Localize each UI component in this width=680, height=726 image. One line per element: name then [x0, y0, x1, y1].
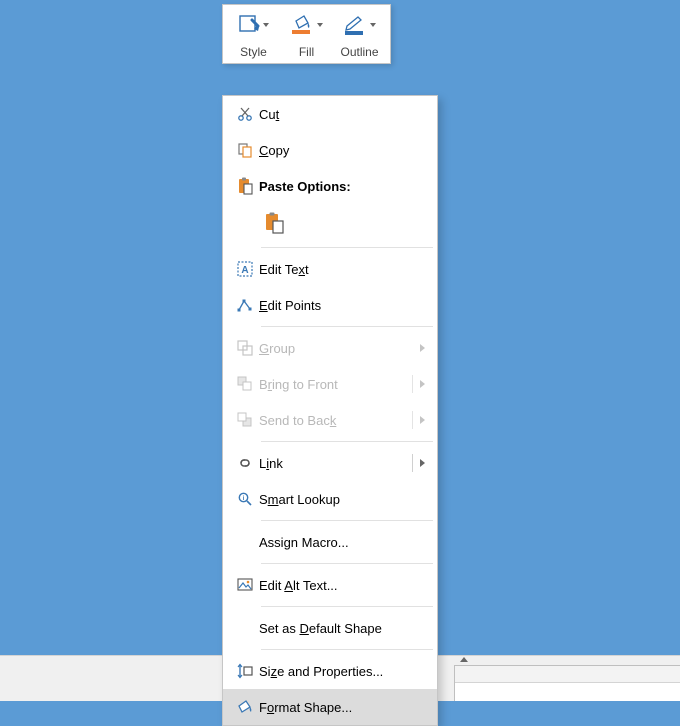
menu-bring-to-front: Bring to Front [223, 366, 437, 402]
submenu-arrow-icon [420, 416, 425, 424]
menu-label: Cut [259, 107, 431, 122]
split-divider [412, 454, 413, 472]
menu-set-default-shape[interactable]: Set as Default Shape [223, 610, 437, 646]
size-icon [231, 663, 259, 679]
chevron-down-icon [263, 23, 269, 27]
menu-label: Send to Back [259, 413, 412, 428]
chevron-down-icon [317, 23, 323, 27]
menu-copy[interactable]: Copy [223, 132, 437, 168]
menu-label: Bring to Front [259, 377, 412, 392]
link-icon [231, 455, 259, 471]
menu-edit-text[interactable]: A Edit Text [223, 251, 437, 287]
bring-front-icon [231, 376, 259, 392]
menu-label: Edit Alt Text... [259, 578, 431, 593]
fill-label: Fill [299, 45, 314, 59]
menu-send-to-back: Send to Back [223, 402, 437, 438]
submenu-arrow-icon [420, 459, 425, 467]
menu-separator [261, 520, 433, 521]
copy-icon [231, 142, 259, 158]
menu-separator [261, 247, 433, 248]
menu-cut[interactable]: Cut [223, 96, 437, 132]
shape-fill-dropdown[interactable]: Fill [280, 9, 333, 61]
menu-separator [261, 326, 433, 327]
menu-edit-alt-text[interactable]: Edit Alt Text... [223, 567, 437, 603]
menu-label: Paste Options: [259, 179, 431, 194]
menu-label: Group [259, 341, 420, 356]
menu-label: Size and Properties... [259, 664, 431, 679]
menu-label: Smart Lookup [259, 492, 431, 507]
menu-label: Edit Text [259, 262, 431, 277]
submenu-arrow-icon [420, 380, 425, 388]
menu-smart-lookup[interactable]: i Smart Lookup [223, 481, 437, 517]
edit-points-icon [231, 297, 259, 313]
menu-format-shape[interactable]: Format Shape... [223, 689, 437, 725]
menu-label: Edit Points [259, 298, 431, 313]
svg-text:A: A [241, 265, 248, 276]
sheet-grid-peek [454, 665, 680, 701]
menu-link[interactable]: Link [223, 445, 437, 481]
menu-group: Group [223, 330, 437, 366]
pen-outline-icon [343, 13, 367, 37]
shape-outline-dropdown[interactable]: Outline [333, 9, 386, 61]
clipboard-icon [231, 177, 259, 195]
edit-text-icon: A [231, 261, 259, 277]
split-divider [412, 375, 413, 393]
menu-assign-macro[interactable]: Assign Macro... [223, 524, 437, 560]
menu-separator [261, 441, 433, 442]
menu-separator [261, 606, 433, 607]
menu-label: Format Shape... [259, 700, 431, 715]
menu-label: Copy [259, 143, 431, 158]
style-label: Style [240, 45, 267, 59]
menu-paste-options-header: Paste Options: [223, 168, 437, 204]
group-icon [231, 340, 259, 356]
paste-keep-source-button[interactable] [259, 208, 289, 238]
split-divider [412, 411, 413, 429]
menu-separator [261, 563, 433, 564]
menu-edit-points[interactable]: Edit Points [223, 287, 437, 323]
menu-label: Link [259, 456, 412, 471]
paint-bucket-icon [290, 13, 314, 37]
scissors-icon [231, 106, 259, 122]
outline-label: Outline [340, 45, 378, 59]
submenu-arrow-icon [420, 344, 425, 352]
alt-text-icon [231, 577, 259, 593]
shape-mini-toolbar: Style Fill Outline [222, 4, 391, 64]
menu-label: Set as Default Shape [259, 621, 431, 636]
shape-style-dropdown[interactable]: Style [227, 9, 280, 61]
send-back-icon [231, 412, 259, 428]
shape-style-icon [238, 14, 260, 36]
smart-lookup-icon: i [231, 491, 259, 507]
menu-size-properties[interactable]: Size and Properties... [223, 653, 437, 689]
menu-label: Assign Macro... [259, 535, 431, 550]
shape-context-menu: Cut Copy Paste Options: [222, 95, 438, 726]
chevron-down-icon [370, 23, 376, 27]
paste-options-row [259, 204, 437, 244]
menu-separator [261, 649, 433, 650]
